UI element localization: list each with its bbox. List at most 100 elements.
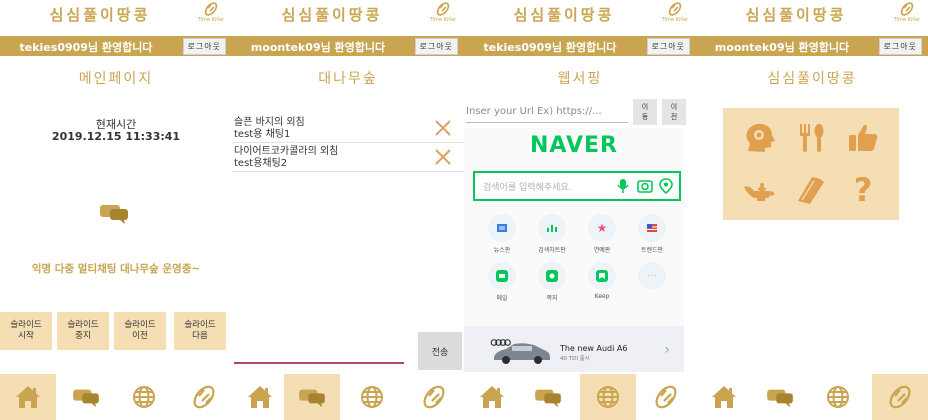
chat-icon (98, 201, 130, 229)
camera-search-icon[interactable] (637, 178, 653, 198)
welcome-text: moontek09님 환영합니다 (250, 41, 386, 54)
slide-stop-button[interactable]: 슬라이드 중지 (57, 312, 109, 350)
nav-chat[interactable] (58, 374, 114, 420)
nav-menu[interactable] (872, 374, 928, 420)
book-icon[interactable] (789, 168, 833, 212)
slide-prev-button[interactable]: 슬라이드 이전 (114, 312, 166, 350)
nav-home[interactable] (232, 374, 288, 420)
chat-icon (535, 389, 561, 408)
announcement-text: 익명 다중 멀티채팅 대나무숲 운영중~ (31, 263, 201, 275)
screen-chat: 심심풀이땅콩 Time Killer moontek09님 환영합니다 로그아웃… (232, 0, 464, 420)
thumbs-up-icon[interactable] (841, 116, 885, 160)
app-logo: Time Killer (890, 1, 924, 23)
bottom-nav (464, 374, 696, 420)
nav-home[interactable] (696, 374, 752, 420)
home-icon (480, 386, 504, 408)
home-icon (712, 386, 736, 408)
nav-web[interactable] (810, 374, 866, 420)
logout-button[interactable]: 로그아웃 (414, 38, 458, 55)
delete-message-button[interactable] (434, 119, 452, 141)
chat-message: 다이어트코카콜라의 외침 test용채팅2 (232, 145, 464, 172)
head-gears-icon[interactable] (737, 116, 781, 160)
app-logo: Time Killer (658, 1, 692, 23)
shortcut-search-chart[interactable]: 검색차트판 (530, 214, 574, 254)
peanut-icon (436, 2, 450, 16)
back-label: 이 전 (670, 103, 678, 121)
nav-menu[interactable] (176, 374, 232, 420)
menu-grid: ? (723, 108, 899, 220)
chat-author: 슬픈 바지의 외침 (234, 117, 305, 128)
home-icon (16, 386, 40, 408)
nav-chat[interactable] (284, 374, 340, 420)
delete-message-button[interactable] (434, 148, 452, 170)
magic-lamp-icon[interactable] (737, 168, 781, 212)
web-view[interactable]: NAVER 검색어를 입력해주세요. 뉴스판 검색차트판 ★ 연예판 트렌드판 … (464, 128, 684, 372)
nav-chat[interactable] (520, 374, 576, 420)
send-button[interactable]: 전송 (418, 332, 462, 370)
slide-start-label: 슬라이드 시작 (10, 320, 42, 341)
slide-next-button[interactable]: 슬라이드 다음 (174, 312, 226, 350)
bottom-nav (0, 374, 232, 420)
shortcut-note[interactable]: 쪽지 (530, 262, 574, 302)
shortcut-keep[interactable]: Keep (580, 262, 624, 300)
nav-chat[interactable] (752, 374, 808, 420)
ad-banner[interactable]: The new Audi A6 40 TDI 출시 › (464, 326, 684, 372)
go-label: 이 동 (641, 103, 649, 121)
peanut-icon (889, 385, 911, 409)
naver-search-box[interactable]: 검색어를 입력해주세요. (473, 171, 681, 201)
nav-web[interactable] (580, 374, 636, 420)
shortcut-news[interactable]: 뉴스판 (480, 214, 524, 254)
back-button[interactable]: 이 전 (662, 99, 686, 125)
chat-content: test용채팅2 (234, 158, 288, 169)
shortcut-label: Keep (594, 293, 610, 300)
nav-web[interactable] (116, 374, 172, 420)
bottom-nav (232, 374, 464, 420)
microphone-icon[interactable] (617, 178, 629, 198)
url-input[interactable] (466, 100, 628, 123)
shortcut-trend[interactable]: 트렌드판 (630, 214, 674, 254)
globe-icon (597, 386, 619, 408)
go-button[interactable]: 이 동 (633, 99, 657, 125)
shortcut-label: 검색차트판 (538, 247, 566, 254)
question-mark-icon[interactable]: ? (841, 168, 885, 212)
app-title: 심심풀이땅콩 (513, 6, 615, 24)
nav-web[interactable] (344, 374, 400, 420)
chat-icon (73, 389, 99, 408)
close-icon (435, 120, 451, 136)
nav-menu[interactable] (638, 374, 694, 420)
close-icon (435, 149, 451, 165)
shortcut-label: 연예판 (593, 247, 611, 254)
chat-message-text: 슬픈 바지의 외침 test용 채팅1 (234, 117, 305, 141)
peanut-icon (655, 385, 677, 409)
screen-web: 심심풀이땅콩 Time Killer tekies0909님 환영합니다 로그아… (464, 0, 696, 420)
welcome-bar: moontek09님 환영합니다 로그아웃 (232, 36, 464, 56)
chart-icon (538, 214, 566, 242)
welcome-text: tekies0909님 환영합니다 (19, 41, 153, 54)
globe-icon (361, 386, 383, 408)
shortcut-entertainment[interactable]: ★ 연예판 (580, 214, 624, 254)
app-title: 심심풀이땅콩 (49, 6, 151, 24)
message-input[interactable] (234, 336, 404, 364)
logout-button[interactable]: 로그아웃 (182, 38, 226, 55)
logo-text: Time Killer (661, 17, 689, 23)
location-icon[interactable] (659, 178, 673, 198)
shortcut-mail[interactable]: 메일 (480, 262, 524, 302)
app-title: 심심풀이땅콩 (281, 6, 383, 24)
ad-title: The new Audi A6 (560, 344, 628, 353)
nav-home[interactable] (464, 374, 520, 420)
car-image (494, 343, 550, 364)
slide-start-button[interactable]: 슬라이드 시작 (0, 312, 52, 350)
screen-menu: 심심풀이땅콩 Time Killer moontek09님 환영합니다 로그아웃… (696, 0, 928, 420)
fork-spoon-icon[interactable] (789, 116, 833, 160)
nav-home[interactable] (0, 374, 56, 420)
chat-author: 다이어트코카콜라의 외침 (234, 146, 339, 157)
chat-content: test용 채팅1 (234, 129, 291, 140)
slide-stop-label: 슬라이드 중지 (67, 320, 99, 341)
screen-main: 심심풀이땅콩 Time Killer tekies0909님 환영합니다 로그아… (0, 0, 232, 420)
welcome-text: tekies0909님 환영합니다 (483, 41, 617, 54)
shortcut-more[interactable]: ··· (630, 262, 674, 293)
nav-menu[interactable] (406, 374, 462, 420)
logout-button[interactable]: 로그아웃 (878, 38, 922, 55)
logout-button[interactable]: 로그아웃 (646, 38, 690, 55)
slide-next-label: 슬라이드 다음 (184, 320, 216, 341)
